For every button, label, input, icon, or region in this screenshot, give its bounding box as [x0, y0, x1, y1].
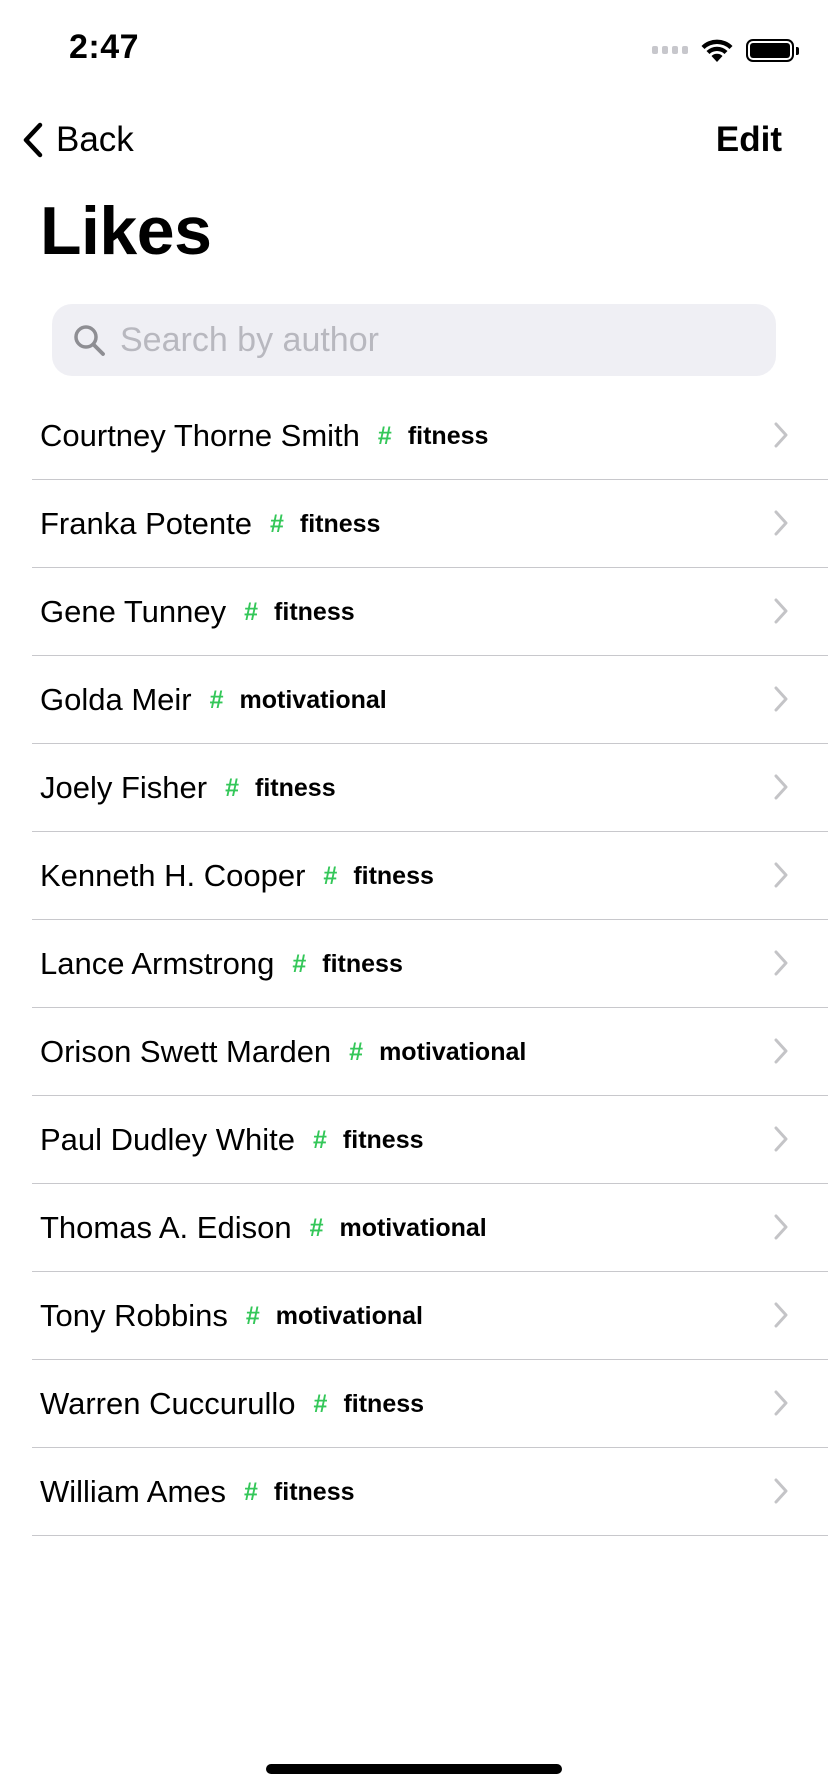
chevron-right-icon [774, 686, 788, 712]
author-name: Kenneth H. Cooper [40, 858, 306, 893]
wifi-icon [701, 39, 733, 62]
list-item[interactable]: Paul Dudley White # fitness [0, 1096, 828, 1184]
list-item[interactable]: Warren Cuccurullo # fitness [0, 1360, 828, 1448]
search-icon [74, 325, 105, 356]
list-item[interactable]: Golda Meir # motivational [0, 656, 828, 744]
list-item[interactable]: Thomas A. Edison # motivational [0, 1184, 828, 1272]
hashtag-symbol: # [309, 1213, 324, 1242]
author-name: Golda Meir [40, 682, 192, 717]
chevron-right-icon [774, 1478, 788, 1504]
author-name: Franka Potente [40, 506, 252, 541]
author-name: Thomas A. Edison [40, 1210, 292, 1245]
home-indicator [266, 1764, 562, 1774]
chevron-right-icon [774, 598, 788, 624]
tag-label: fitness [322, 949, 403, 978]
hashtag-symbol: # [377, 421, 392, 450]
signal-icon [652, 46, 688, 54]
author-name: Joely Fisher [40, 770, 208, 805]
tag-label: fitness [255, 773, 336, 802]
chevron-left-icon [23, 122, 43, 158]
list-item[interactable]: Gene Tunney # fitness [0, 568, 828, 656]
tag-label: motivational [339, 1213, 487, 1242]
author-name: Tony Robbins [40, 1298, 228, 1333]
status-time: 2:47 [69, 28, 140, 66]
tag-label: fitness [342, 1125, 424, 1154]
back-label: Back [56, 120, 134, 159]
search-bar[interactable] [52, 304, 776, 376]
tag-label: motivational [379, 1037, 527, 1066]
hashtag-symbol: # [225, 773, 240, 802]
author-name: William Ames [40, 1474, 227, 1509]
hashtag-symbol: # [313, 1125, 327, 1154]
hashtag-symbol: # [292, 949, 307, 978]
tag-label: fitness [273, 1477, 355, 1506]
hashtag-symbol: # [244, 1477, 258, 1506]
list-item[interactable]: Kenneth H. Cooper # fitness [0, 832, 828, 920]
hashtag-symbol: # [244, 597, 259, 626]
list-item[interactable]: Franka Potente # fitness [0, 480, 828, 568]
status-icons [652, 34, 799, 66]
chevron-right-icon [774, 774, 788, 800]
author-name: Orison Swett Marden [40, 1034, 332, 1069]
page-title: Likes [40, 193, 212, 269]
hashtag-symbol: # [313, 1389, 328, 1418]
chevron-right-icon [774, 862, 788, 888]
tag-label: fitness [353, 861, 434, 890]
tag-label: fitness [299, 509, 381, 538]
chevron-right-icon [774, 1214, 788, 1240]
edit-button[interactable]: Edit [716, 118, 782, 162]
author-name: Courtney Thorne Smith [40, 418, 360, 453]
search-input[interactable] [118, 319, 762, 361]
hashtag-symbol: # [349, 1037, 364, 1066]
list-item[interactable]: Lance Armstrong # fitness [0, 920, 828, 1008]
author-name: Paul Dudley White [40, 1122, 296, 1157]
tag-label: fitness [407, 421, 489, 450]
hashtag-symbol: # [245, 1301, 260, 1330]
list-item[interactable]: Courtney Thorne Smith # fitness [0, 392, 828, 480]
chevron-right-icon [774, 1126, 788, 1152]
chevron-right-icon [774, 422, 788, 448]
hashtag-symbol: # [323, 861, 338, 890]
likes-list: Courtney Thorne Smith # fitness Franka P… [0, 392, 828, 1536]
author-name: Lance Armstrong [40, 946, 275, 981]
list-item[interactable]: Tony Robbins # motivational [0, 1272, 828, 1360]
list-item[interactable]: Joely Fisher # fitness [0, 744, 828, 832]
author-name: Gene Tunney [40, 594, 227, 629]
list-item[interactable]: Orison Swett Marden # motivational [0, 1008, 828, 1096]
battery-icon [746, 38, 799, 62]
chevron-right-icon [774, 1038, 788, 1064]
hashtag-symbol: # [209, 685, 224, 714]
tag-label: fitness [274, 597, 355, 626]
status-bar: 2:47 [0, 0, 828, 100]
back-button[interactable]: Back [22, 118, 134, 162]
tag-label: fitness [343, 1389, 425, 1418]
author-name: Warren Cuccurullo [40, 1386, 296, 1421]
tag-label: motivational [239, 685, 387, 714]
list-item[interactable]: William Ames # fitness [0, 1448, 828, 1536]
tag-label: motivational [275, 1301, 423, 1330]
hashtag-symbol: # [269, 509, 284, 538]
chevron-right-icon [774, 950, 788, 976]
chevron-right-icon [774, 510, 788, 536]
chevron-right-icon [774, 1302, 788, 1328]
chevron-right-icon [774, 1390, 788, 1416]
